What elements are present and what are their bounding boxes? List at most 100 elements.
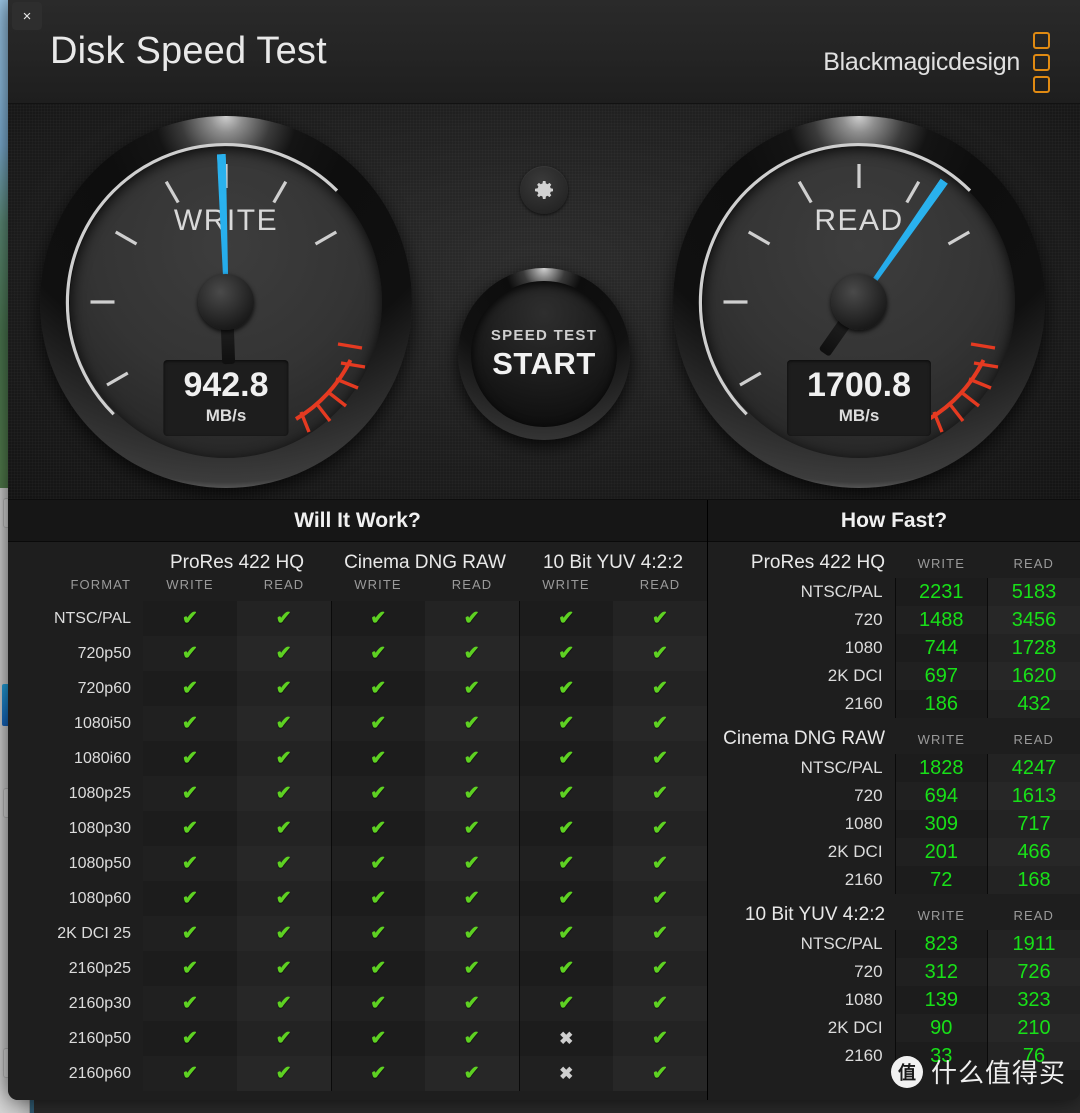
format-label: 2K DCI 25: [57, 924, 131, 942]
table-row: 1080 744 1728: [708, 634, 1080, 662]
check-icon: ✔: [652, 608, 668, 629]
compatibility-cell: ✔: [143, 741, 237, 776]
check-icon: ✔: [182, 993, 198, 1014]
table-row: 2K DCI 697 1620: [708, 662, 1080, 690]
compatibility-cell: ✔: [425, 811, 519, 846]
compatibility-cell: ✖: [518, 1056, 613, 1091]
check-icon: ✔: [275, 643, 292, 664]
table-row: NTSC/PAL 1828 4247: [708, 754, 1080, 782]
column-header-write: WRITE: [917, 907, 965, 923]
column-header-read: READ: [451, 577, 493, 592]
compatibility-cell: ✔: [237, 601, 331, 636]
read-speed-value: 466: [987, 838, 1080, 866]
check-icon: ✔: [182, 643, 198, 664]
compatibility-cell: ✔: [613, 636, 707, 671]
check-icon: ✔: [652, 853, 668, 874]
compatibility-cell: ✔: [143, 601, 237, 636]
compatibility-cell: ✔: [330, 671, 425, 706]
format-label: 2160p30: [68, 994, 131, 1012]
check-icon: ✔: [370, 923, 387, 944]
how-fast-group-header: Cinema DNG RAW WRITE READ: [708, 718, 1080, 754]
check-icon: ✔: [275, 1063, 292, 1084]
table-row: 720 1488 3456: [708, 606, 1080, 634]
check-icon: ✔: [652, 958, 668, 979]
resolution-label: 2160: [844, 870, 883, 889]
read-speed-value: 1620: [987, 662, 1080, 690]
compatibility-cell: ✔: [143, 1021, 237, 1056]
resolution-label: 720: [854, 786, 883, 805]
gear-icon[interactable]: [520, 166, 568, 214]
compatibility-cell: ✔: [425, 881, 519, 916]
check-icon: ✔: [275, 958, 292, 979]
close-icon[interactable]: ×: [12, 2, 42, 30]
read-speed-value: 323: [987, 986, 1080, 1014]
compatibility-cell: ✔: [143, 916, 237, 951]
read-speed-value: 432: [987, 690, 1080, 718]
format-label: 1080p25: [68, 784, 131, 802]
table-row: 1080i50 ✔ ✔ ✔ ✔ ✔ ✔: [8, 706, 707, 741]
compatibility-cell: ✔: [518, 951, 613, 986]
check-icon: ✔: [370, 713, 387, 734]
resolution-label: 720: [854, 610, 883, 629]
write-readout: 942.8 MB/s: [163, 360, 289, 436]
codec-group-name: Cinema DNG RAW: [723, 728, 886, 749]
check-icon: ✔: [182, 713, 198, 734]
check-icon: ✔: [370, 783, 387, 804]
read-speed-value: 4247: [987, 754, 1080, 782]
check-icon: ✔: [182, 853, 198, 874]
format-label: 2160p50: [68, 1029, 131, 1047]
check-icon: ✔: [558, 678, 575, 699]
column-header-read: READ: [639, 577, 681, 592]
how-fast-group-header: 10 Bit YUV 4:2:2 WRITE READ: [708, 894, 1080, 930]
codec-group-name: ProRes 422 HQ: [750, 552, 886, 573]
codec-group-name: 10 Bit YUV 4:2:2: [744, 904, 886, 925]
format-label: 720p60: [77, 679, 131, 697]
check-icon: ✔: [558, 888, 575, 909]
check-icon: ✔: [463, 608, 480, 629]
read-speed-value: 726: [987, 958, 1080, 986]
check-icon: ✔: [275, 748, 292, 769]
compatibility-cell: ✔: [613, 671, 707, 706]
read-gauge-hub: [831, 274, 887, 330]
check-icon: ✔: [370, 888, 387, 909]
column-header-write: WRITE: [354, 577, 402, 592]
speed-test-start-button[interactable]: SPEED TEST START: [458, 268, 630, 440]
compatibility-cell: ✔: [143, 986, 237, 1021]
resolution-label: 720: [854, 962, 883, 981]
check-icon: ✔: [370, 748, 387, 769]
write-gauge: WRITE 942.8 MB/s: [40, 116, 412, 488]
check-icon: ✔: [558, 993, 575, 1014]
column-header-read: READ: [1013, 731, 1055, 747]
format-column-header: FORMAT: [70, 577, 131, 592]
read-speed-value: 168: [987, 866, 1080, 894]
check-icon: ✔: [652, 1028, 668, 1049]
table-row: NTSC/PAL ✔ ✔ ✔ ✔ ✔ ✔: [8, 601, 707, 636]
format-label: NTSC/PAL: [53, 609, 131, 627]
read-value: 1700.8: [807, 366, 911, 404]
results-area: Will It Work? ProRes 422 HQ Cinema DNG RA…: [8, 500, 1080, 1100]
check-icon: ✔: [275, 853, 292, 874]
codec-header: 10 Bit YUV 4:2:2: [542, 552, 684, 573]
cross-icon: ✖: [559, 1063, 574, 1083]
check-icon: ✔: [463, 958, 480, 979]
check-icon: ✔: [370, 643, 387, 664]
table-row: 2K DCI 201 466: [708, 838, 1080, 866]
disk-speed-test-window: × Disk Speed Test Blackmagicdesign 942.8…: [8, 0, 1080, 1100]
table-row: 720 312 726: [708, 958, 1080, 986]
write-value: 942.8: [183, 366, 269, 404]
compatibility-cell: ✔: [613, 706, 707, 741]
will-it-work-panel: Will It Work? ProRes 422 HQ Cinema DNG RA…: [8, 500, 708, 1100]
check-icon: ✔: [463, 853, 480, 874]
compatibility-cell: ✔: [330, 636, 425, 671]
watermark-text: 什么值得买: [930, 1058, 1066, 1088]
check-icon: ✔: [463, 678, 480, 699]
compatibility-cell: ✖: [518, 1021, 613, 1056]
write-speed-value: 201: [894, 838, 988, 866]
write-unit: MB/s: [205, 406, 247, 425]
compatibility-cell: ✔: [330, 881, 425, 916]
check-icon: ✔: [652, 783, 668, 804]
compatibility-cell: ✔: [237, 846, 331, 881]
check-icon: ✔: [652, 1063, 668, 1084]
read-unit: MB/s: [838, 406, 880, 425]
compatibility-cell: ✔: [613, 846, 707, 881]
